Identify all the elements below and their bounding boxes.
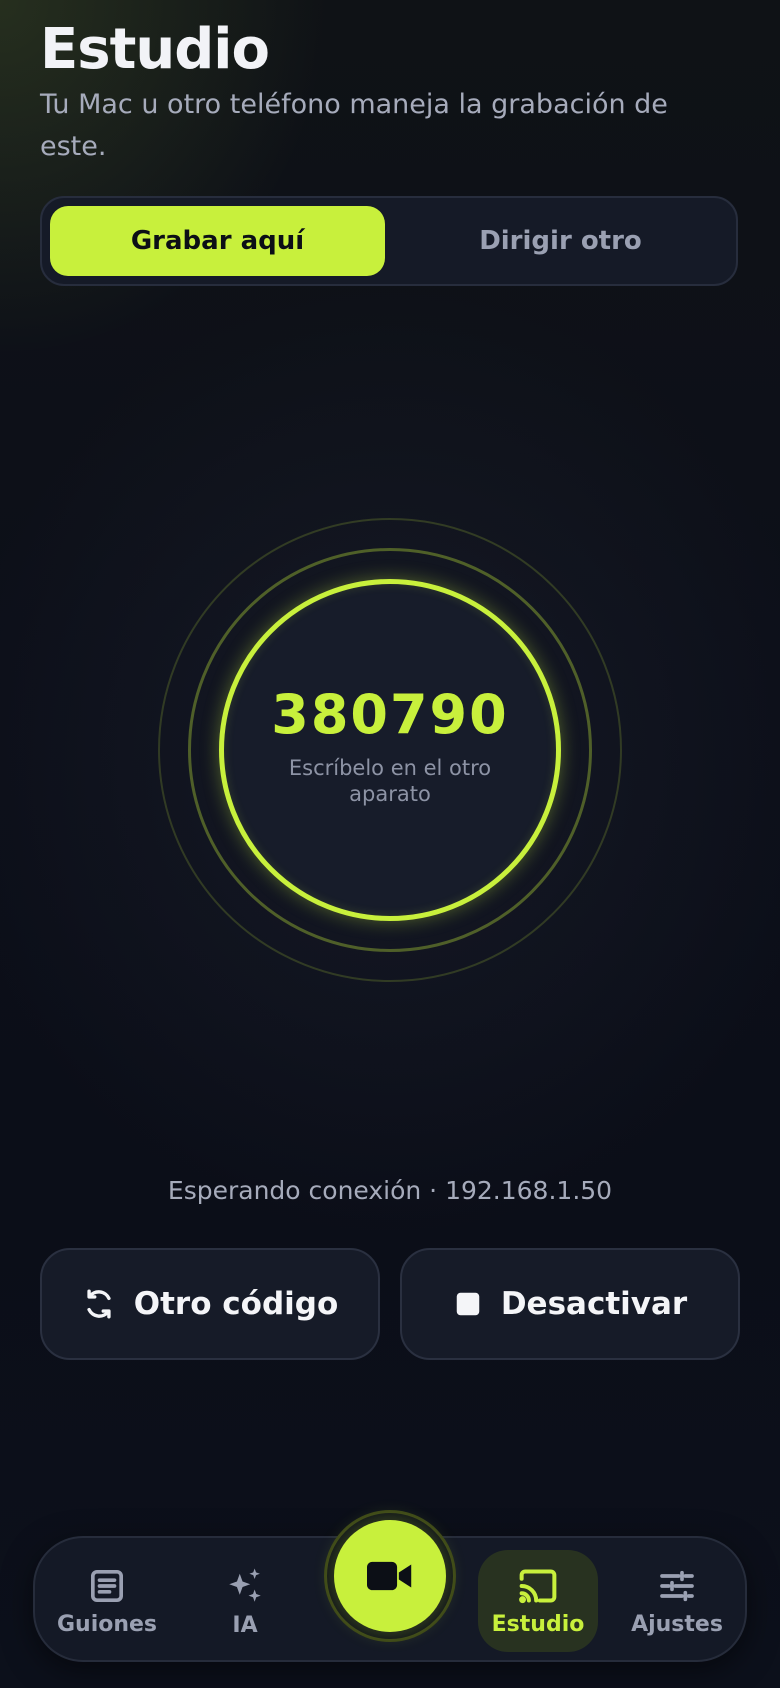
mode-direct-other-tab[interactable]: Dirigir otro <box>393 206 728 276</box>
deactivate-label: Desactivar <box>500 1286 688 1322</box>
connection-status: Esperando conexión · 192.168.1.50 <box>167 1176 613 1205</box>
nav-item-ia[interactable]: IA <box>185 1550 305 1652</box>
pairing-code-hint: Escríbelo en el otro aparato <box>288 756 492 806</box>
new-code-label: Otro código <box>133 1286 339 1322</box>
nav-item-guiones[interactable]: Guiones <box>47 1550 167 1652</box>
nav-label-ajustes: Ajustes <box>631 1611 723 1637</box>
mode-record-here-tab[interactable]: Grabar aquí <box>50 206 385 276</box>
page-title: Estudio <box>40 17 270 82</box>
record-button-face <box>334 1520 446 1632</box>
nav-label-ia: IA <box>232 1612 258 1638</box>
sliders-icon <box>657 1566 697 1606</box>
cast-icon <box>516 1566 560 1606</box>
sparkles-icon <box>224 1565 266 1607</box>
pairing-code-circle: 380790 Escríbelo en el otro aparato <box>219 579 561 921</box>
nav-label-estudio: Estudio <box>491 1611 585 1637</box>
record-button[interactable] <box>324 1510 456 1642</box>
nav-item-estudio[interactable]: Estudio <box>478 1550 598 1652</box>
nav-label-guiones: Guiones <box>56 1611 158 1637</box>
pairing-code-display: 380790 Escríbelo en el otro aparato <box>158 518 622 982</box>
document-icon <box>87 1566 127 1606</box>
deactivate-button[interactable]: Desactivar <box>400 1248 740 1360</box>
video-camera-icon <box>367 1559 413 1593</box>
page-subtitle: Tu Mac u otro teléfono maneja la grabaci… <box>40 89 668 162</box>
stop-icon <box>453 1289 483 1319</box>
refresh-icon <box>82 1287 116 1321</box>
pairing-code: 380790 <box>271 683 509 746</box>
new-code-button[interactable]: Otro código <box>40 1248 380 1360</box>
nav-item-ajustes[interactable]: Ajustes <box>617 1550 737 1652</box>
mode-segmented-control: Grabar aquí Dirigir otro <box>40 196 738 286</box>
